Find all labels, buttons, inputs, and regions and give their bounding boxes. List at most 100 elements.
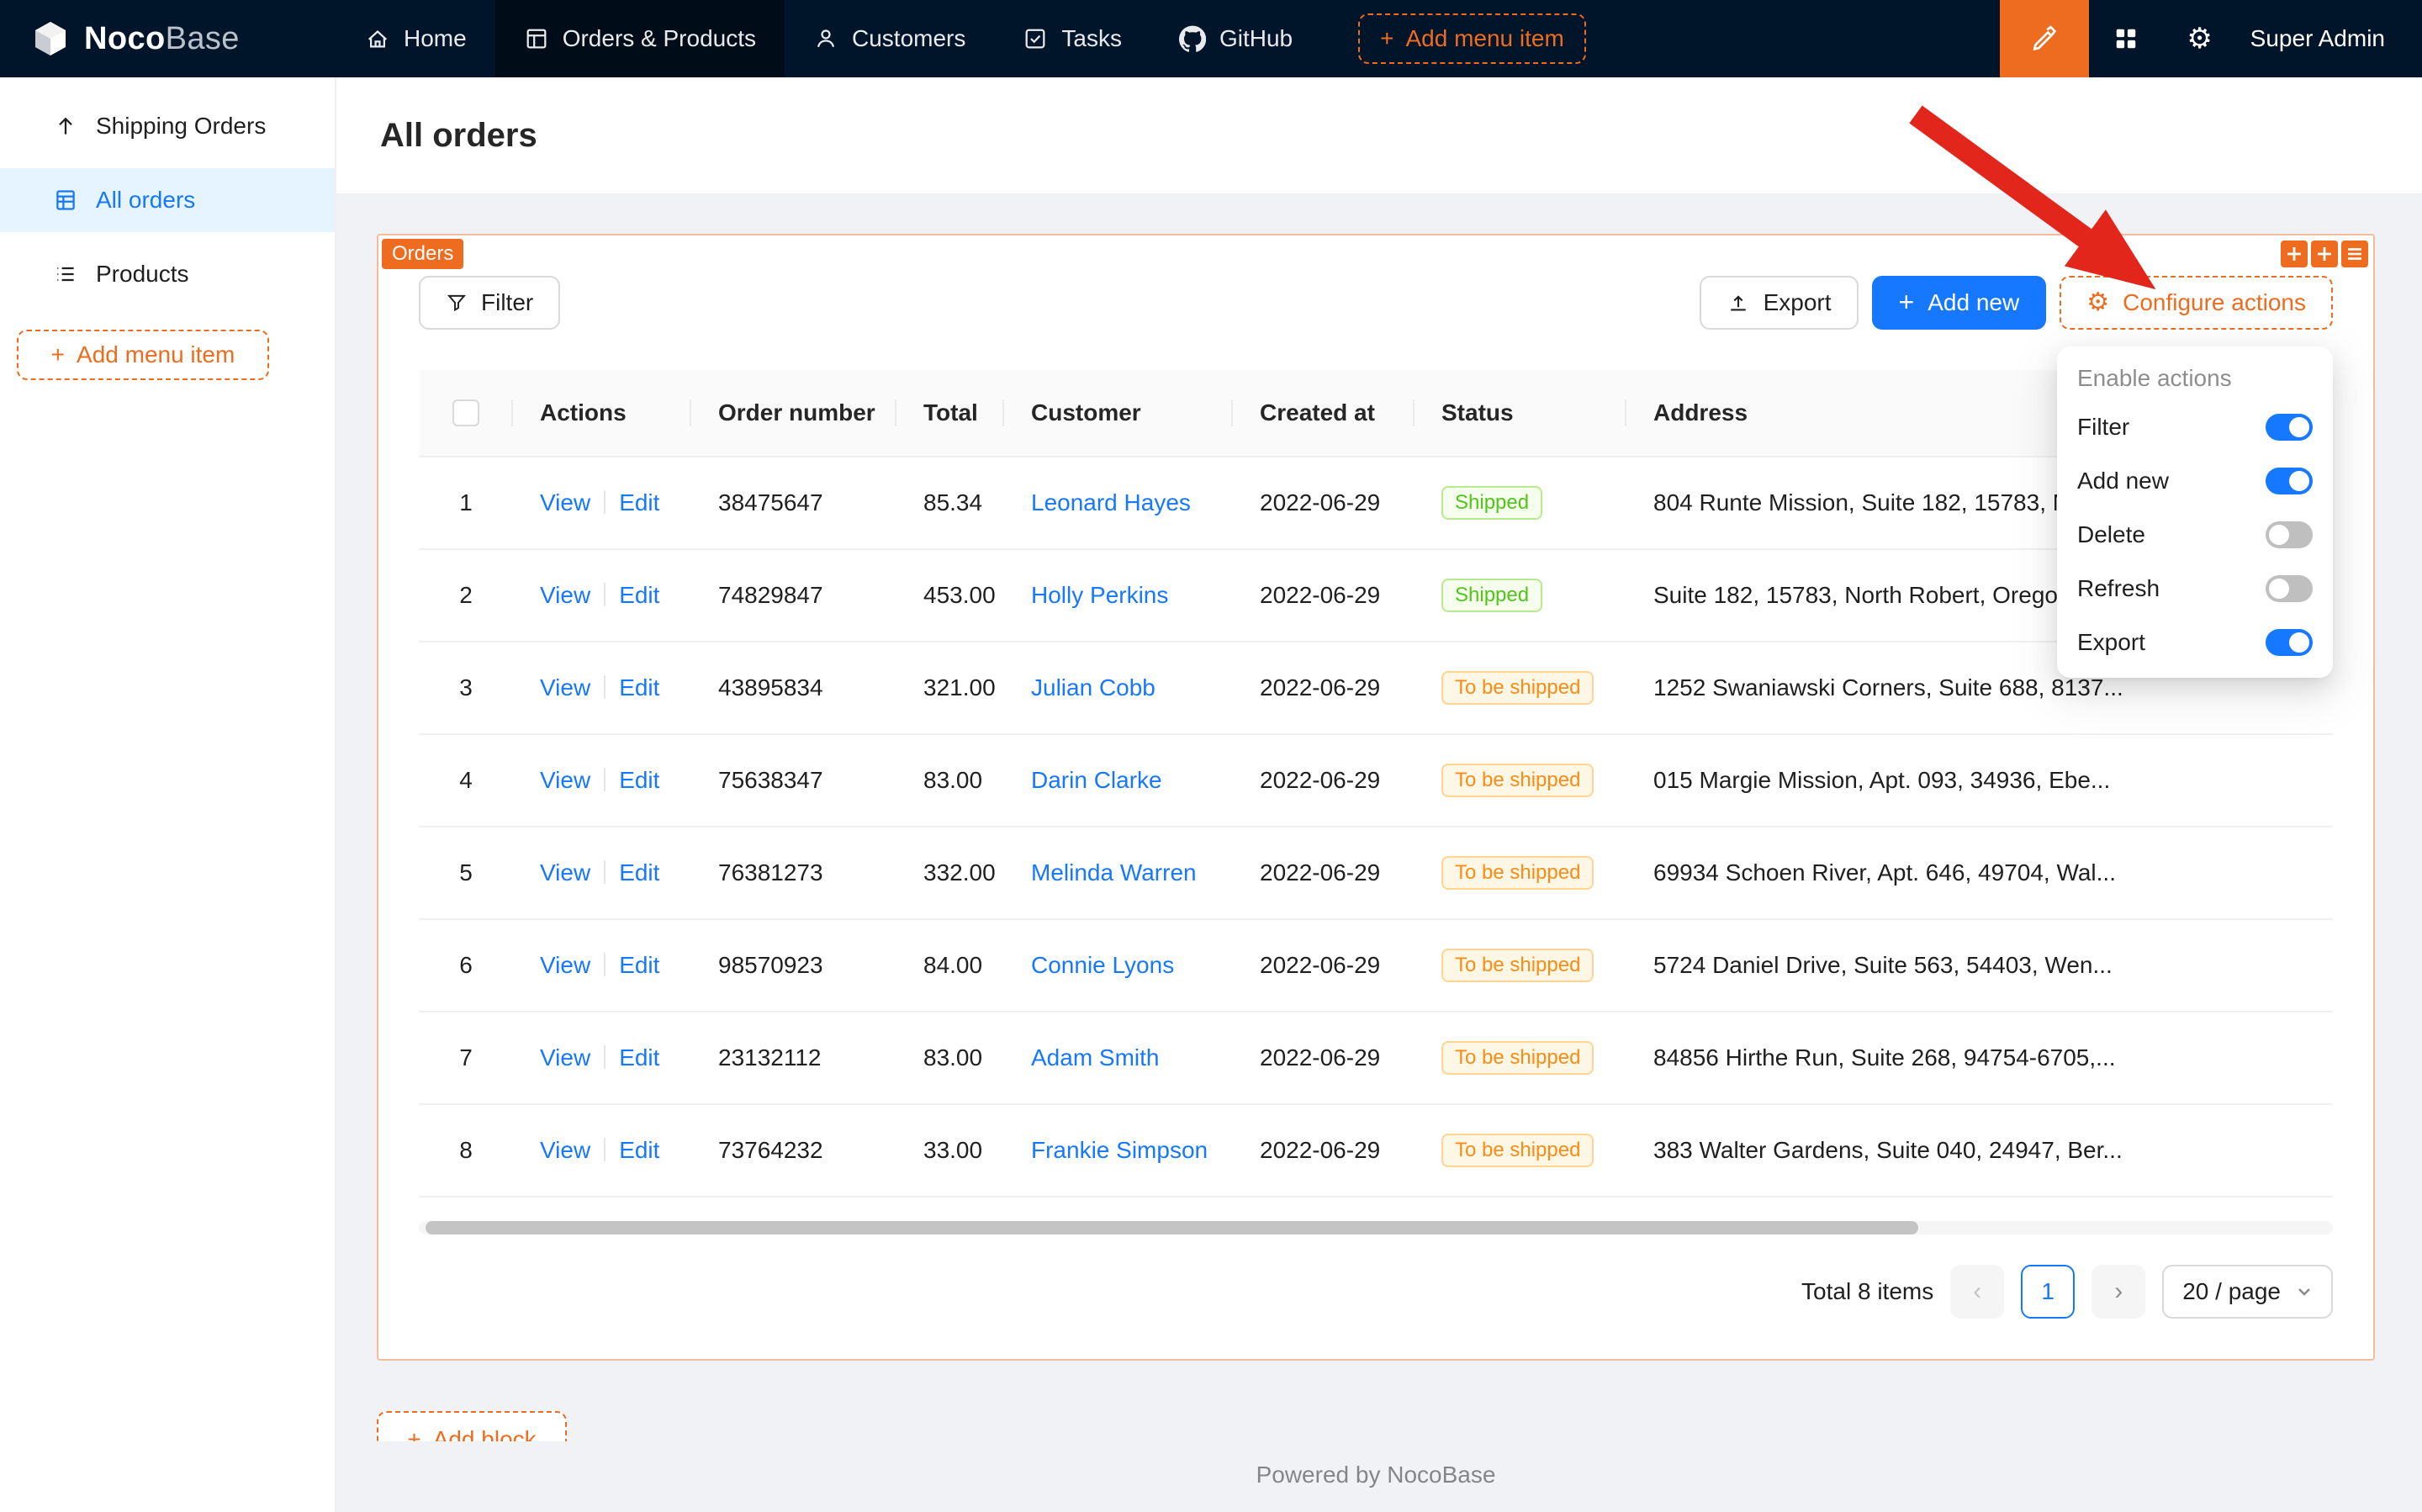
customer-link[interactable]: Julian Cobb [1031,674,1155,700]
total-cell: 84.00 [896,952,1004,979]
enable-action-item[interactable]: Delete [2057,508,2333,562]
sidebar-item-products[interactable]: Products [0,242,335,306]
initializer-plus-icon[interactable] [2311,241,2338,267]
toggle-switch[interactable] [2266,629,2313,656]
block-designer-tag[interactable]: Orders [382,239,463,269]
orders-products-icon [524,26,549,51]
view-link[interactable]: View [540,674,590,700]
schema-settings-menu-icon[interactable] [2341,241,2368,267]
nav-item-customers[interactable]: Customers [785,0,994,77]
view-link[interactable]: View [540,1044,590,1071]
sidebar-item-label: Shipping Orders [96,113,266,140]
settings-gear-icon[interactable]: ⚙ [2163,0,2237,77]
edit-link[interactable]: Edit [619,582,659,608]
powered-by-footer: Powered by NocoBase [377,1445,2375,1512]
toggle-switch[interactable] [2266,414,2313,441]
status-cell: To be shipped [1415,1134,1626,1167]
export-button[interactable]: Export [1700,276,1859,330]
pagination: Total 8 items ‹ 1 › 20 / page [419,1265,2333,1319]
toggle-switch[interactable] [2266,521,2313,548]
status-cell: Shipped [1415,579,1626,612]
status-badge: Shipped [1441,486,1542,520]
edit-link[interactable]: Edit [619,1044,659,1071]
table-row[interactable]: 5 ViewEdit 76381273 332.00 Melinda Warre… [419,827,2333,920]
nav-item-label: GitHub [1219,25,1293,52]
enable-action-item[interactable]: Refresh [2057,562,2333,616]
enable-action-item[interactable]: Add new [2057,454,2333,508]
customer-link[interactable]: Adam Smith [1031,1044,1160,1071]
drag-handle-icon[interactable] [2281,241,2308,267]
table-row[interactable]: 4 ViewEdit 75638347 83.00 Darin Clarke 2… [419,735,2333,827]
filter-button[interactable]: Filter [419,276,560,330]
customer-link[interactable]: Leonard Hayes [1031,489,1191,515]
user-menu[interactable]: Super Admin [2237,25,2422,52]
customer-link[interactable]: Melinda Warren [1031,859,1197,886]
customer-link[interactable]: Holly Perkins [1031,582,1168,608]
page-size-select[interactable]: 20 / page [2162,1265,2333,1319]
nav-item-home[interactable]: Home [336,0,495,77]
edit-link[interactable]: Edit [619,489,659,515]
view-link[interactable]: View [540,1137,590,1163]
orders-table: Actions Order number Total Customer Crea… [419,370,2333,1197]
status-badge: To be shipped [1441,1134,1594,1167]
pagination-page-1[interactable]: 1 [2021,1265,2075,1319]
enable-action-item[interactable]: Filter [2057,400,2333,454]
table-row[interactable]: 8 ViewEdit 73764232 33.00 Frankie Simpso… [419,1105,2333,1197]
ui-editor-button[interactable] [2000,0,2089,77]
created-at-cell: 2022-06-29 [1233,582,1415,609]
view-link[interactable]: View [540,489,590,515]
view-link[interactable]: View [540,767,590,793]
action-divider [604,583,606,606]
configure-actions-button[interactable]: ⚙ Configure actions [2060,276,2333,330]
edit-link[interactable]: Edit [619,1137,659,1163]
view-link[interactable]: View [540,582,590,608]
page-content: Orders Filter [336,193,2422,1512]
edit-link[interactable]: Edit [619,767,659,793]
add-new-button[interactable]: + Add new [1872,276,2047,330]
enable-actions-list: Filter Add new Delete Refresh Export [2057,400,2333,669]
plugins-grid-icon[interactable] [2089,0,2163,77]
add-block-label: Add block [433,1426,537,1441]
horizontal-scrollbar-thumb[interactable] [426,1221,1918,1234]
table-row[interactable]: 6 ViewEdit 98570923 84.00 Connie Lyons 2… [419,920,2333,1012]
pagination-next-button[interactable]: › [2091,1265,2145,1319]
customer-link[interactable]: Connie Lyons [1031,952,1174,978]
edit-link[interactable]: Edit [619,859,659,886]
nav-item-github[interactable]: GitHub [1150,0,1321,77]
view-link[interactable]: View [540,859,590,886]
customer-link[interactable]: Darin Clarke [1031,767,1162,793]
row-actions-cell: View Edit [513,952,691,979]
view-link[interactable]: View [540,952,590,978]
nav-add-menu-item-button[interactable]: + Add menu item [1358,13,1586,64]
edit-link[interactable]: Edit [619,952,659,978]
nocobase-logo[interactable]: NocoBase [0,19,336,59]
table-row[interactable]: 1 ViewEdit 38475647 85.34 Leonard Hayes … [419,457,2333,550]
nav-item-orders-products[interactable]: Orders & Products [495,0,785,77]
sidebar-item-shipping-orders[interactable]: Shipping Orders [0,94,335,158]
edit-link[interactable]: Edit [619,674,659,700]
toggle-switch[interactable] [2266,575,2313,602]
address-cell: 84856 Hirthe Run, Suite 268, 94754-6705,… [1626,1044,2333,1071]
table-row[interactable]: 3 ViewEdit 43895834 321.00 Julian Cobb 2… [419,642,2333,735]
dropdown-header: Enable actions [2057,355,2333,400]
action-divider [604,860,606,884]
toggle-switch[interactable] [2266,468,2313,494]
nav-item-tasks[interactable]: Tasks [994,0,1150,77]
customer-link[interactable]: Frankie Simpson [1031,1137,1208,1163]
enable-action-item[interactable]: Export [2057,616,2333,669]
table-row[interactable]: 2 ViewEdit 74829847 453.00 Holly Perkins… [419,550,2333,642]
sidebar-item-all-orders[interactable]: All orders [0,168,335,232]
row-actions-cell: View Edit [513,1044,691,1071]
status-badge: To be shipped [1441,949,1594,982]
order-number-cell: 38475647 [691,489,896,516]
table-row[interactable]: 7 ViewEdit 23132112 83.00 Adam Smith 202… [419,1012,2333,1105]
action-divider [604,490,606,514]
tasks-icon [1023,26,1048,51]
pagination-prev-button[interactable]: ‹ [1950,1265,2004,1319]
customers-icon [813,26,838,51]
select-all-checkbox[interactable] [452,399,479,426]
sidebar-add-menu-item-button[interactable]: + Add menu item [17,330,269,380]
add-block-button[interactable]: + Add block [377,1411,567,1441]
nav-item-label: Tasks [1061,25,1122,52]
created-at-cell: 2022-06-29 [1233,674,1415,701]
